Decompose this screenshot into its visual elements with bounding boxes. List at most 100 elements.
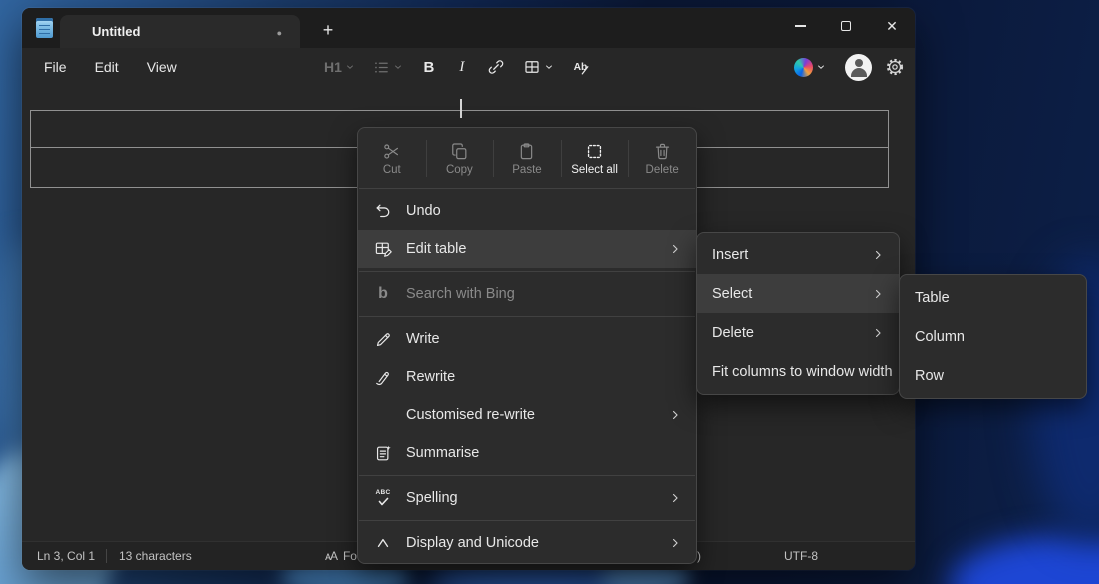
menu-item-label: Spelling xyxy=(406,490,660,506)
clear-formatting-button[interactable]: Ab xyxy=(566,52,597,82)
chevron-right-icon xyxy=(871,326,885,340)
menu-item-label: Rewrite xyxy=(406,369,682,385)
link-button[interactable] xyxy=(481,52,511,82)
chevron-right-icon xyxy=(871,248,885,262)
submenu-item-label: Delete xyxy=(712,325,863,341)
maximize-button[interactable] xyxy=(823,8,869,44)
select-all-button[interactable]: Select all xyxy=(561,132,629,185)
chevron-down-icon xyxy=(544,62,554,72)
menu-item-write[interactable]: Write xyxy=(358,320,696,358)
menu-toolbar-bar: File Edit View H1 B I xyxy=(22,48,915,86)
menu-item-display-and-unicode[interactable]: Display and Unicode xyxy=(358,524,696,562)
menu-item-label: Summarise xyxy=(406,445,682,461)
submenu-item-row[interactable]: Row xyxy=(900,356,1086,395)
chevron-right-icon xyxy=(668,242,682,256)
bing-icon: b xyxy=(373,284,393,304)
svg-text:Ab: Ab xyxy=(573,61,587,72)
submenu-item-table[interactable]: Table xyxy=(900,278,1086,317)
submenu-item-column[interactable]: Column xyxy=(900,317,1086,356)
account-avatar[interactable] xyxy=(845,54,872,81)
submenu-item-delete[interactable]: Delete xyxy=(697,313,899,352)
italic-button[interactable]: I xyxy=(449,52,475,82)
minimize-button[interactable] xyxy=(777,8,823,44)
submenu-item-select[interactable]: Select xyxy=(697,274,899,313)
spelling-abc-icon: ABC xyxy=(373,488,393,508)
chevron-right-icon xyxy=(871,287,885,301)
chevron-right-icon xyxy=(668,536,682,550)
submenu-item-label: Insert xyxy=(712,247,863,263)
menu-item-rewrite[interactable]: Rewrite xyxy=(358,358,696,396)
submenu-item-fit-columns[interactable]: Fit columns to window width xyxy=(697,352,899,391)
paste-label: Paste xyxy=(512,164,541,176)
summarise-icon xyxy=(373,443,393,463)
menu-item-summarise[interactable]: Summarise xyxy=(358,434,696,472)
formatting-aA-icon: ᴀA xyxy=(325,549,337,563)
context-menu: Cut Copy Paste Select all Delete Undo xyxy=(357,127,697,564)
table-dropdown[interactable] xyxy=(517,52,560,82)
document-tab[interactable]: Untitled ● xyxy=(60,15,300,48)
paste-icon xyxy=(517,142,536,161)
menu-item-undo[interactable]: Undo xyxy=(358,192,696,230)
copilot-dropdown[interactable] xyxy=(788,52,832,82)
menu-view[interactable]: View xyxy=(133,53,191,81)
cut-label: Cut xyxy=(383,164,401,176)
copy-button[interactable]: Copy xyxy=(426,132,494,185)
status-divider xyxy=(106,549,107,563)
paste-button[interactable]: Paste xyxy=(493,132,561,185)
select-all-icon xyxy=(585,142,604,161)
menu-item-search-with-bing: b Search with Bing xyxy=(358,275,696,313)
chevron-down-icon xyxy=(393,62,403,72)
notepad-app-icon xyxy=(36,18,53,38)
submenu-item-insert[interactable]: Insert xyxy=(697,235,899,274)
menu-separator xyxy=(359,188,695,189)
menu-edit[interactable]: Edit xyxy=(81,53,133,81)
close-button[interactable]: ✕ xyxy=(869,8,915,44)
delete-button[interactable]: Delete xyxy=(628,132,696,185)
link-icon xyxy=(487,58,505,76)
submenu-item-label: Column xyxy=(915,329,1072,345)
bold-icon: B xyxy=(421,59,437,76)
settings-gear-icon[interactable] xyxy=(885,57,905,77)
encoding-status[interactable]: UTF-8 xyxy=(784,549,818,563)
submenu-item-label: Select xyxy=(712,286,863,302)
chevron-down-icon xyxy=(345,62,355,72)
submenu-item-label: Table xyxy=(915,290,1072,306)
edit-table-submenu: Insert Select Delete Fit columns to wind… xyxy=(696,232,900,395)
text-caret xyxy=(460,99,462,118)
account-settings-group xyxy=(788,48,905,86)
menu-file[interactable]: File xyxy=(30,53,81,81)
menu-item-label: Undo xyxy=(406,203,682,219)
close-icon: ✕ xyxy=(886,19,898,33)
new-tab-button[interactable]: + xyxy=(314,18,342,44)
delete-label: Delete xyxy=(646,164,679,176)
menu-item-customised-rewrite[interactable]: Customised re-write xyxy=(358,396,696,434)
menu-item-label: Search with Bing xyxy=(406,286,682,302)
copy-icon xyxy=(450,142,469,161)
heading-dropdown[interactable]: H1 xyxy=(318,52,361,82)
list-dropdown[interactable] xyxy=(367,52,409,82)
submenu-item-label: Row xyxy=(915,368,1072,384)
submenu-item-label: Fit columns to window width xyxy=(712,364,893,380)
cut-icon xyxy=(382,142,401,161)
caret-symbol-icon xyxy=(373,533,393,553)
clear-formatting-icon: Ab xyxy=(572,58,591,77)
menu-separator xyxy=(359,316,695,317)
formatting-status[interactable]: ᴀA Fo xyxy=(325,549,357,563)
undo-icon xyxy=(373,201,393,221)
line-ending-status: ) xyxy=(697,549,701,563)
write-pencil-icon xyxy=(373,329,393,349)
titlebar[interactable]: Untitled ● + ✕ xyxy=(22,8,915,48)
bold-button[interactable]: B xyxy=(415,52,443,82)
menu-separator xyxy=(359,520,695,521)
chevron-down-icon xyxy=(816,62,826,72)
menu-item-spelling[interactable]: ABC Spelling xyxy=(358,479,696,517)
delete-icon xyxy=(653,142,672,161)
select-submenu: Table Column Row xyxy=(899,274,1087,399)
select-all-label: Select all xyxy=(571,164,618,176)
edit-table-icon xyxy=(373,239,393,259)
copy-label: Copy xyxy=(446,164,473,176)
menu-item-edit-table[interactable]: Edit table xyxy=(358,230,696,268)
minimize-icon xyxy=(795,25,806,26)
chevron-right-icon xyxy=(668,491,682,505)
cut-button[interactable]: Cut xyxy=(358,132,426,185)
